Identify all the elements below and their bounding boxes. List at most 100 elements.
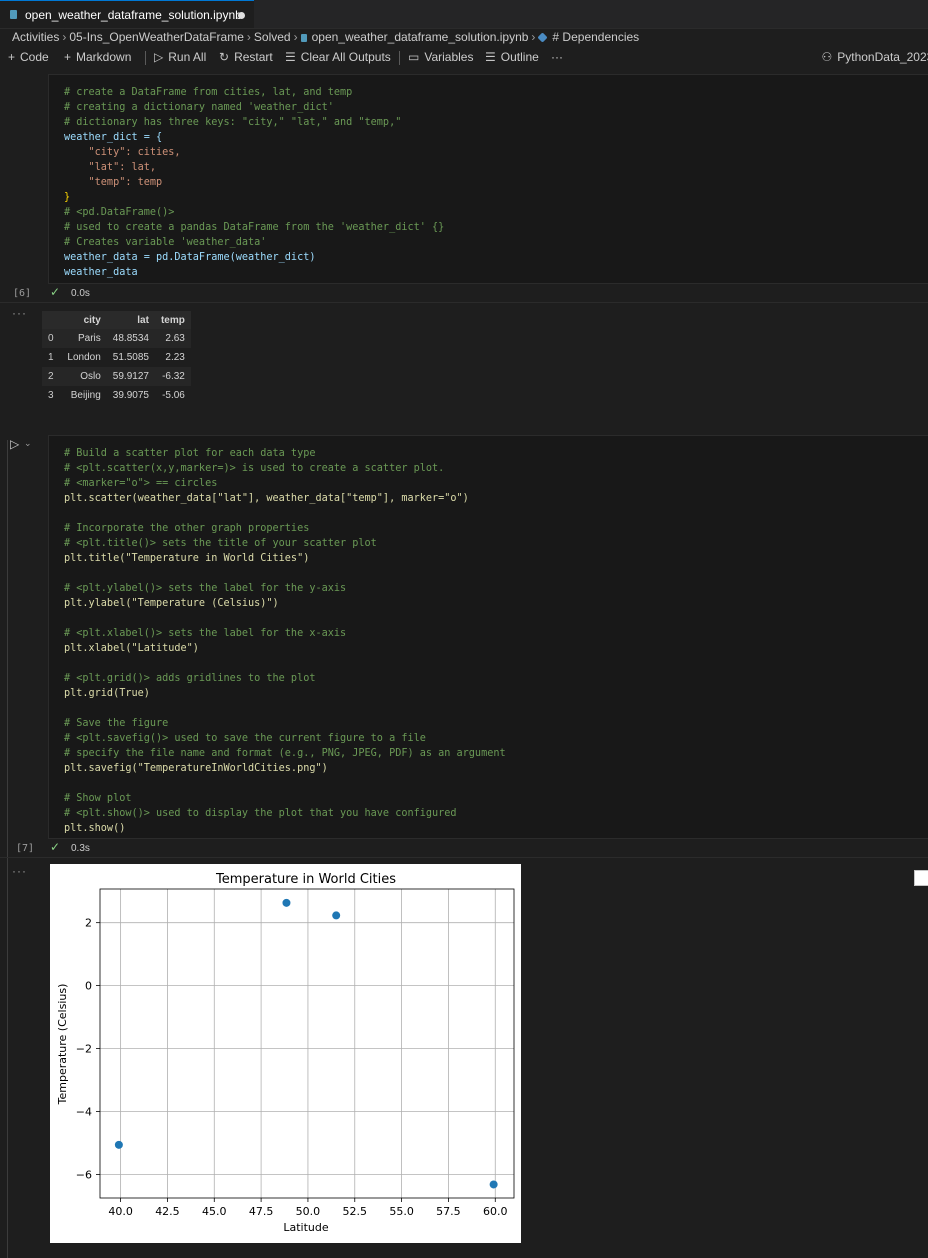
code-line: # creating a dictionary named 'weather_d… [64, 102, 334, 113]
table-cell: Paris [59, 329, 107, 348]
code-line: # <plt.scatter(x,y,marker=)> is used to … [64, 463, 445, 474]
table-cell: 2 [42, 367, 60, 386]
variables-button[interactable]: ▭ Variables [408, 50, 473, 64]
table-row: 1 London 51.5085 2.23 [42, 348, 191, 367]
notebook-file-icon [10, 10, 17, 19]
x-tick-label: 55.0 [389, 1205, 414, 1218]
table-cell: Oslo [59, 367, 107, 386]
table-row: 2 Oslo 59.9127 -6.32 [42, 367, 191, 386]
breadcrumb-item[interactable]: # Dependencies [552, 30, 639, 44]
chart-title: Temperature in World Cities [215, 872, 396, 887]
code-cell-editor[interactable]: # create a DataFrame from cities, lat, a… [48, 74, 928, 284]
grid [100, 889, 514, 1198]
add-code-label: Code [20, 50, 49, 64]
code-line: # used to create a pandas DataFrame from… [64, 222, 445, 233]
code-content: # create a DataFrame from cities, lat, a… [64, 85, 444, 280]
code-line: weather_data = pd.DataFrame(weather_dict… [64, 252, 316, 263]
restart-icon: ↻ [219, 50, 230, 64]
breadcrumb-item[interactable]: 05-Ins_OpenWeatherDataFrame [69, 30, 244, 44]
chevron-right-icon: › [246, 30, 251, 44]
add-markdown-button[interactable]: + Markdown [64, 50, 131, 64]
table-row: 3 Beijing 39.9075 -5.06 [42, 386, 191, 405]
code-line: plt.grid(True) [64, 688, 150, 699]
code-line: # Save the figure [64, 718, 169, 729]
plus-icon: + [64, 50, 72, 64]
x-tick-label: 40.0 [108, 1205, 133, 1218]
table-cell: 3 [48, 390, 54, 401]
variables-icon: ▭ [408, 50, 420, 64]
cell-divider [0, 302, 928, 303]
data-point [332, 911, 341, 920]
x-tick-label: 50.0 [296, 1205, 321, 1218]
table-cell: 39.9075 [112, 390, 149, 401]
cell-divider [0, 857, 928, 858]
table-cell: 2.23 [165, 352, 185, 363]
code-line: plt.title("Temperature in World Cities") [64, 553, 310, 564]
run-all-button[interactable]: ▷ Run All [154, 50, 206, 64]
code-line: # Show plot [64, 793, 132, 804]
data-point [114, 1140, 123, 1149]
chevron-down-icon[interactable]: ⌄ [24, 438, 32, 449]
scatter-chart: Temperature in World Cities 40.0 42.5 45.0… [56, 872, 515, 1234]
code-line: # Incorporate the other graph properties [64, 523, 310, 534]
unsaved-dot-icon[interactable] [238, 12, 245, 19]
restart-button[interactable]: ↻ Restart [219, 50, 273, 64]
execution-count: [7] [16, 843, 35, 854]
editor-tab[interactable]: open_weather_dataframe_solution.ipynb [0, 0, 254, 28]
data-point [282, 898, 291, 907]
x-tick-label: 60.0 [483, 1205, 508, 1218]
tab-title: open_weather_dataframe_solution.ipynb [25, 8, 242, 22]
table-header: temp [154, 311, 191, 329]
code-line: # <plt.show()> used to display the plot … [64, 808, 457, 819]
code-line: plt.show() [64, 823, 126, 834]
variables-label: Variables [424, 50, 474, 64]
breadcrumb-item[interactable]: Activities [12, 30, 59, 44]
breadcrumb-item[interactable]: open_weather_dataframe_solution.ipynb [312, 30, 529, 44]
x-tick-label: 47.5 [249, 1205, 274, 1218]
run-cell-button[interactable]: ▷ [10, 437, 19, 451]
cell-focus-indicator [7, 440, 8, 1258]
x-tick-label: 57.5 [436, 1205, 461, 1218]
kernel-picker[interactable]: ⚇ PythonData_2023_ [821, 50, 928, 64]
kernel-icon: ⚇ [821, 50, 833, 64]
table-header: lat [106, 311, 155, 329]
x-tick-label: 45.0 [202, 1205, 227, 1218]
table-row: 0 Paris 48.8534 2.63 [42, 329, 191, 348]
outline-label: Outline [500, 50, 539, 64]
restart-label: Restart [234, 50, 273, 64]
breadcrumb: Activities › 05-Ins_OpenWeatherDataFrame › S… [12, 30, 639, 46]
code-line: # <marker="o"> == circles [64, 478, 218, 489]
success-check-icon: ✓ [50, 285, 61, 299]
data-point [489, 1180, 498, 1189]
table-cell: -5.06 [162, 390, 185, 401]
code-cell-editor[interactable]: # Build a scatter plot for each data typ… [48, 435, 928, 839]
code-line: "city": cities, [64, 147, 181, 158]
output-actions-button[interactable]: ··· [12, 864, 27, 878]
outline-button[interactable]: ☰ Outline [485, 50, 539, 64]
table-header: city [59, 311, 107, 329]
y-tick-label: 0 [85, 980, 92, 993]
code-line: # create a DataFrame from cities, lat, a… [64, 87, 353, 98]
code-line: # <pd.DataFrame()> [64, 207, 175, 218]
output-actions-button[interactable]: ··· [12, 306, 27, 320]
breadcrumb-item[interactable]: Solved [254, 30, 291, 44]
chevron-right-icon: › [531, 30, 536, 44]
y-tick-label: −2 [76, 1043, 92, 1056]
plot-image: Temperature in World Cities 40.0 42.5 45.0… [50, 864, 521, 1243]
table-header [42, 311, 60, 329]
axis-ticks: 40.0 42.5 45.0 47.5 50.0 52.5 55.0 57.5 60.0 2 0 −2… [76, 917, 508, 1218]
chevron-right-icon: › [62, 30, 67, 44]
y-tick-label: 2 [85, 917, 92, 930]
table-cell: 59.9127 [106, 367, 155, 386]
code-line: plt.scatter(weather_data["lat"], weather… [64, 493, 469, 504]
success-check-icon: ✓ [50, 840, 61, 854]
code-line: weather_data [64, 267, 138, 278]
clear-all-outputs-button[interactable]: ☰ Clear All Outputs [285, 50, 391, 64]
add-code-button[interactable]: + Code [8, 50, 49, 64]
more-actions-button[interactable]: ··· [551, 50, 563, 64]
copy-output-icon[interactable] [914, 870, 928, 886]
code-line: # <plt.title()> sets the title of your s… [64, 538, 377, 549]
table-cell: 2.63 [154, 329, 191, 348]
code-line: "lat": lat, [64, 162, 157, 173]
code-line: plt.ylabel("Temperature (Celsius)") [64, 598, 279, 609]
